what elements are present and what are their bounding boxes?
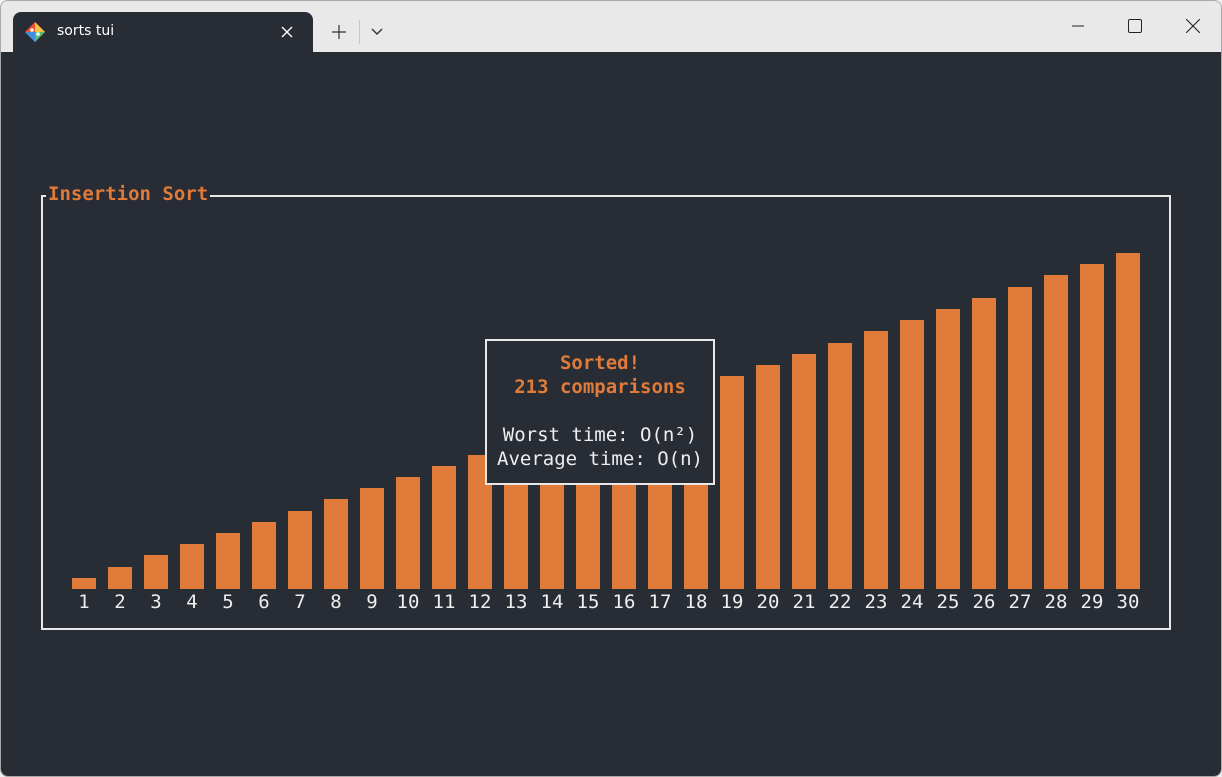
maximize-button[interactable] [1106, 1, 1164, 51]
sorted-status: Sorted! [559, 352, 641, 374]
title-bar: sorts tui [1, 1, 1221, 52]
bar-6 [252, 522, 276, 589]
x-tick-label: 21 [792, 591, 816, 613]
bar-20 [756, 365, 780, 589]
bar-24 [900, 320, 924, 589]
bar-29 [1080, 264, 1104, 589]
x-tick-label: 3 [150, 591, 162, 613]
panel-title: Insertion Sort [46, 182, 211, 206]
bar-26 [972, 298, 996, 589]
close-window-button[interactable] [1164, 1, 1221, 51]
bar-2 [108, 567, 132, 589]
minimize-icon [1072, 25, 1084, 27]
x-tick-label: 16 [612, 591, 636, 613]
minimize-button[interactable] [1049, 1, 1107, 51]
bar-1 [72, 578, 96, 589]
chevron-down-icon [371, 28, 383, 35]
x-tick-label: 1 [78, 591, 90, 613]
tab-sorts-tui[interactable]: sorts tui [13, 12, 313, 52]
git-bash-icon [24, 21, 46, 43]
bar-11 [432, 466, 456, 589]
comparison-count: 213 comparisons [514, 376, 686, 398]
x-tick-label: 14 [540, 591, 564, 613]
maximize-icon [1128, 19, 1142, 33]
bar-25 [936, 309, 960, 589]
terminal-window: sorts tui Insertion Sort 1 2 3 4 5 6 7 8… [0, 0, 1222, 777]
x-tick-label: 17 [648, 591, 672, 613]
x-tick-label: 7 [294, 591, 306, 613]
x-tick-label: 9 [366, 591, 378, 613]
close-icon [1186, 19, 1200, 33]
x-tick-label: 20 [756, 591, 780, 613]
x-tick-label: 10 [396, 591, 420, 613]
average-time: Average time: O(n) [497, 448, 703, 470]
bar-5 [216, 533, 240, 589]
x-tick-label: 27 [1008, 591, 1032, 613]
x-tick-label: 19 [720, 591, 744, 613]
x-tick-label: 23 [864, 591, 888, 613]
plus-icon [332, 25, 346, 39]
terminal-area[interactable]: Insertion Sort 1 2 3 4 5 6 7 8 9 10 11 12 13 14 15 16 17… [1, 52, 1221, 776]
worst-time: Worst time: O(n²) [502, 424, 698, 446]
x-tick-label: 22 [828, 591, 852, 613]
bar-28 [1044, 275, 1068, 589]
bar-23 [864, 331, 888, 589]
x-tick-label: 6 [258, 591, 270, 613]
x-tick-label: 4 [186, 591, 198, 613]
x-tick-label: 30 [1116, 591, 1140, 613]
bar-7 [288, 511, 312, 589]
x-tick-label: 29 [1080, 591, 1104, 613]
tab-title: sorts tui [57, 23, 115, 39]
x-tick-label: 12 [468, 591, 492, 613]
x-tick-label: 28 [1044, 591, 1068, 613]
x-tick-label: 13 [504, 591, 528, 613]
x-tick-label: 26 [972, 591, 996, 613]
new-tab-button[interactable] [324, 17, 354, 47]
bar-3 [144, 555, 168, 589]
bar-21 [792, 354, 816, 589]
x-tick-label: 15 [576, 591, 600, 613]
bar-30 [1116, 253, 1140, 589]
bar-10 [396, 477, 420, 589]
bar-8 [324, 499, 348, 589]
tab-divider [359, 20, 360, 44]
bar-19 [720, 376, 744, 589]
close-tab-icon[interactable] [277, 22, 297, 42]
x-tick-label: 8 [330, 591, 342, 613]
x-tick-label: 11 [432, 591, 456, 613]
tab-dropdown-button[interactable] [363, 17, 391, 47]
x-tick-label: 2 [114, 591, 126, 613]
bar-22 [828, 343, 852, 589]
bar-4 [180, 544, 204, 589]
x-tick-label: 5 [222, 591, 234, 613]
x-tick-label: 18 [684, 591, 708, 613]
bar-27 [1008, 287, 1032, 589]
x-tick-label: 24 [900, 591, 924, 613]
x-tick-label: 25 [936, 591, 960, 613]
result-dialog: Sorted! 213 comparisons Worst time: O(n²… [485, 339, 715, 485]
bar-9 [360, 488, 384, 589]
